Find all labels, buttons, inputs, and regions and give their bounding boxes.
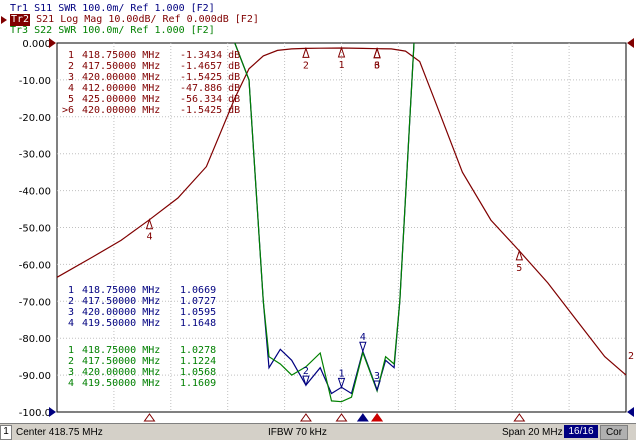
- marker-table-prefix: 3: [68, 367, 74, 378]
- marker-table-value: -1.5425 dB: [180, 105, 240, 116]
- marker-label: 4: [146, 232, 152, 243]
- channel-indicator[interactable]: 1: [0, 425, 12, 440]
- marker-table-freq: 419.50000 MHz: [82, 378, 160, 389]
- y-tick-label: -50.00: [19, 224, 51, 235]
- marker-table-value: 1.0595: [180, 307, 216, 318]
- marker-table-freq: 417.50000 MHz: [82, 296, 160, 307]
- marker-table-value: -1.4657 dB: [180, 61, 240, 72]
- axis-marker-icon[interactable]: [143, 413, 156, 422]
- trace-format: SWR 100.0m/ Ref 1.000 [F2]: [58, 3, 215, 14]
- trace-id: Tr1: [10, 3, 29, 14]
- ref-level-arrow-icon: [627, 38, 634, 48]
- y-tick-label: -60.00: [19, 260, 51, 271]
- y-tick-label: -80.00: [19, 334, 51, 345]
- marker-table-value: -56.334 dB: [180, 94, 240, 105]
- marker-table-freq: 420.00000 MHz: [82, 105, 160, 116]
- marker-table-freq: 417.50000 MHz: [82, 61, 160, 72]
- swr-ref-arrow-icon: [627, 407, 634, 417]
- trace-format: Log Mag 10.00dB/ Ref 0.000dB [F2]: [60, 14, 259, 25]
- marker-table-prefix: 4: [68, 318, 74, 329]
- status-bar: 1 Center 418.75 MHz IFBW 70 kHz Span 20 …: [0, 423, 636, 440]
- marker-table-prefix: 3: [68, 72, 74, 83]
- marker-table-prefix: 1: [68, 50, 74, 61]
- marker-table-prefix: 5: [68, 94, 74, 105]
- marker-label: 6: [374, 61, 380, 72]
- marker-table-freq: 425.00000 MHz: [82, 94, 160, 105]
- marker-table-prefix: 2: [68, 61, 74, 72]
- marker-table-value: 1.1648: [180, 318, 216, 329]
- axis-marker-icon[interactable]: [513, 413, 526, 422]
- marker-table-freq: 418.75000 MHz: [82, 285, 160, 296]
- marker-table-prefix: 3: [68, 307, 74, 318]
- ref-level-arrow-icon: [49, 38, 56, 48]
- correction-indicator[interactable]: Cor: [600, 425, 628, 440]
- axis-marker-icon[interactable]: [299, 413, 312, 422]
- marker-table-freq: 419.50000 MHz: [82, 318, 160, 329]
- marker-label: 2: [303, 60, 309, 71]
- marker-table-prefix: 2: [68, 356, 74, 367]
- trace-plot[interactable]: 0.000 -10.00 -20.00 -30.00 -40.00 -50.00 -60.0…: [0, 0, 636, 423]
- trace-param: S11: [34, 3, 53, 14]
- y-tick-label: -100.0: [19, 408, 51, 419]
- marker-table-freq: 418.75000 MHz: [82, 50, 160, 61]
- marker-label: 1: [338, 60, 344, 71]
- marker-table-prefix: 1: [68, 285, 74, 296]
- marker-table-value: -1.5425 dB: [180, 72, 240, 83]
- marker-table-freq: 420.00000 MHz: [82, 367, 160, 378]
- swr-ref-arrow-icon: [49, 407, 56, 417]
- active-trace-arrow-icon: [1, 16, 7, 24]
- marker-table-value: 1.0727: [180, 296, 216, 307]
- marker-table-value: 1.0278: [180, 345, 216, 356]
- marker-label: 1: [338, 368, 344, 379]
- axis-marker-icon[interactable]: [335, 413, 348, 422]
- marker-table-prefix: 4: [68, 378, 74, 389]
- marker-table-freq: 412.00000 MHz: [82, 83, 160, 94]
- vna-screen: 0.000 -10.00 -20.00 -30.00 -40.00 -50.00 -60.0…: [0, 0, 636, 440]
- trace-header-tr3[interactable]: Tr3 S22 SWR 100.0m/ Ref 1.000 [F2]: [10, 25, 215, 37]
- right-edge-label: 2: [628, 351, 634, 362]
- axis-marker-icon[interactable]: [371, 413, 384, 422]
- marker-table-freq: 420.00000 MHz: [82, 307, 160, 318]
- marker-table-freq: 420.00000 MHz: [82, 72, 160, 83]
- marker-table-prefix: 2: [68, 296, 74, 307]
- center-frequency[interactable]: Center 418.75 MHz: [16, 427, 103, 438]
- marker-table-value: 1.1224: [180, 356, 216, 367]
- marker-table-value: 1.0669: [180, 285, 216, 296]
- y-tick-label: -90.00: [19, 371, 51, 382]
- marker-table-value: -1.3434 dB: [180, 50, 240, 61]
- y-tick-label: -20.00: [19, 113, 51, 124]
- marker-table-value: 1.0568: [180, 367, 216, 378]
- marker-table-prefix: 4: [68, 83, 74, 94]
- points-indicator: 16/16: [564, 425, 598, 438]
- y-tick-label: 0.000: [22, 39, 51, 50]
- span-readout[interactable]: Span 20 MHz: [502, 427, 563, 438]
- marker-label: 5: [516, 263, 522, 274]
- marker-table-freq: 417.50000 MHz: [82, 356, 160, 367]
- marker-label: 4: [360, 332, 366, 343]
- marker-table-prefix: 1: [68, 345, 74, 356]
- trace-format: SWR 100.0m/ Ref 1.000 [F2]: [58, 25, 215, 36]
- marker-table-prefix: >6: [62, 105, 74, 116]
- marker-label: 3: [374, 371, 380, 382]
- trace-param: S22: [34, 25, 53, 36]
- marker-label: 2: [303, 366, 309, 377]
- y-tick-label: -30.00: [19, 150, 51, 161]
- y-tick-label: -70.00: [19, 297, 51, 308]
- marker-table-value: 1.1609: [180, 378, 216, 389]
- y-tick-label: -40.00: [19, 187, 51, 198]
- marker-table-freq: 418.75000 MHz: [82, 345, 160, 356]
- y-tick-label: -10.00: [19, 76, 51, 87]
- ifbw-readout[interactable]: IFBW 70 kHz: [268, 427, 327, 438]
- marker-table-value: -47.886 dB: [180, 83, 240, 94]
- trace-id: Tr3: [10, 25, 29, 36]
- axis-marker-icon[interactable]: [356, 413, 369, 422]
- trace-param: S21: [36, 14, 55, 25]
